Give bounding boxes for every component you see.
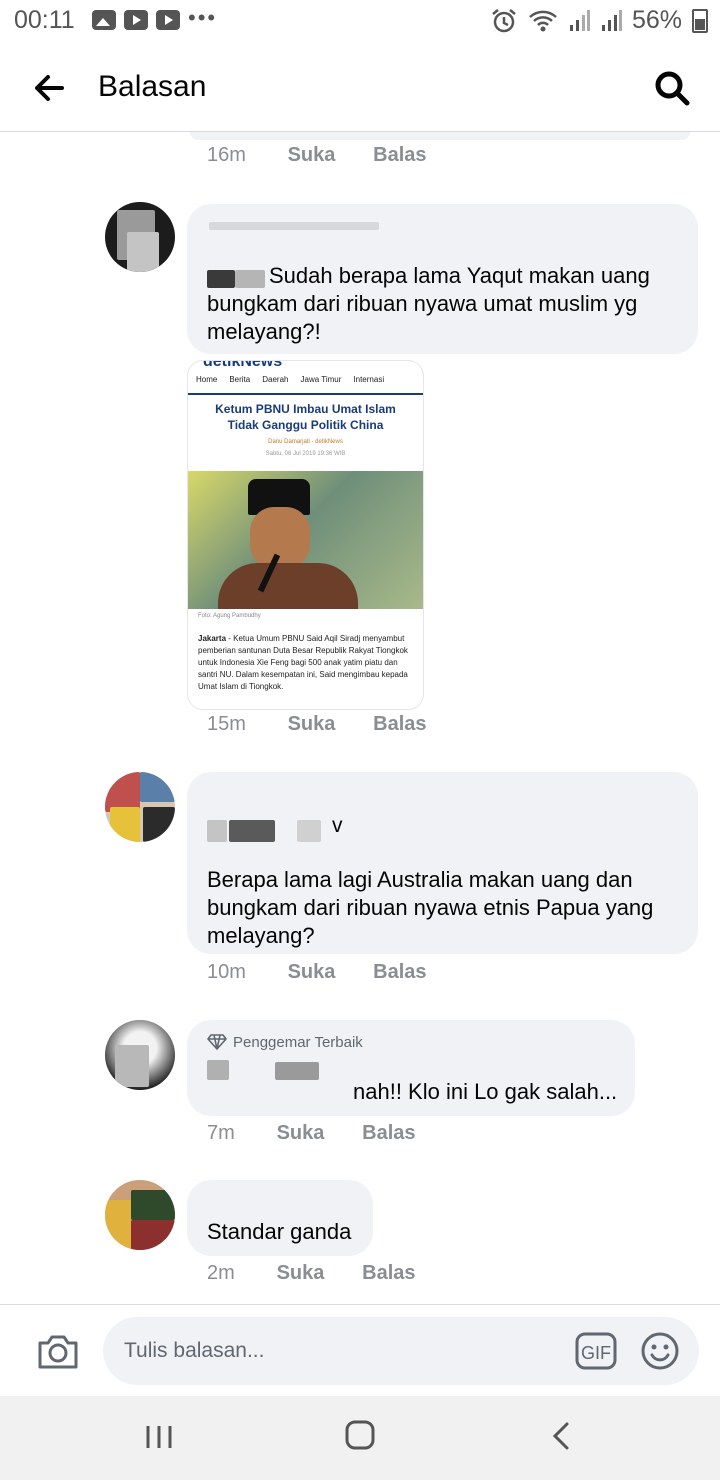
like-link[interactable]: Suka [277,1262,357,1285]
avatar[interactable] [105,1180,175,1250]
reply-link[interactable]: Balas [373,961,426,984]
redacted-name [209,222,379,230]
like-link[interactable]: Suka [288,961,368,984]
emoji-icon[interactable] [640,1331,680,1371]
app-header: Balasan [0,44,720,132]
like-link[interactable]: Suka [288,713,368,736]
gif-icon[interactable]: GIF [575,1332,617,1370]
signal-icon-2 [601,9,622,31]
replies-thread: 16m Suka Balas Sudah berapa lama Yaqut m… [0,132,720,1304]
article-nav: Home Berita Daerah Jawa Timur Internasi [196,375,385,384]
signal-icon [569,9,590,31]
comment-time: 15m [207,713,246,735]
previous-comment-actions: 16m Suka Balas [207,144,427,167]
diamond-badge-icon [207,1034,227,1050]
comment-actions: 10m Suka Balas [207,961,427,984]
comment-bubble: Penggemar Terbaik nah!! Klo ini Lo gak s… [187,1020,635,1116]
top-fan-badge: Penggemar Terbaik [233,1034,363,1051]
comment-text: Sudah berapa lama Yaqut makan uang bungk… [207,263,650,344]
camera-icon[interactable] [36,1331,80,1371]
system-nav-bar [0,1396,720,1480]
like-link[interactable]: Suka [288,144,368,167]
avatar[interactable] [105,1020,175,1090]
gallery-notification-icon [92,10,116,30]
system-status: 56% [490,6,708,35]
reply-link[interactable]: Balas [373,713,426,736]
comment-bubble: Standar ganda [187,1180,373,1256]
article-headline: Ketum PBNU Imbau Umat Islam Tidak Ganggu… [215,402,396,432]
svg-text:GIF: GIF [581,1343,611,1363]
shared-article-image[interactable]: detikNews Home Berita Daerah Jawa Timur … [187,360,424,710]
like-link[interactable]: Suka [277,1122,357,1145]
youtube-notification-icon [156,10,180,30]
photo-caption: Foto: Agung Pambudhy [198,613,261,619]
article-body: Jakarta - Ketua Umum PBNU Said Aqil Sira… [198,634,408,691]
avatar[interactable] [105,202,175,272]
comment-time: 16m [207,144,246,166]
comment-time: 7m [207,1122,235,1144]
reply-composer: GIF [0,1304,720,1397]
author-name-fragment: v [332,814,343,837]
comment-actions: 7m Suka Balas [207,1122,416,1145]
page-title: Balasan [98,70,207,103]
wifi-icon [529,10,557,31]
comment-time: 10m [207,961,246,983]
battery-icon [692,8,708,33]
comment-text: nah!! Klo ini Lo gak salah... [353,1079,618,1104]
youtube-notification-icon [124,10,148,30]
article-photo [188,471,423,609]
reply-link[interactable]: Balas [362,1262,415,1285]
reply-link[interactable]: Balas [373,144,426,167]
status-bar: 00:11 ••• 56% [0,0,720,44]
detik-logo: detikNews [203,360,283,370]
back-arrow-icon[interactable] [30,68,70,108]
reply-link[interactable]: Balas [362,1122,415,1145]
more-notifications-icon: ••• [188,5,218,30]
comment-actions: 15m Suka Balas [207,713,427,736]
previous-comment-bubble [190,132,690,140]
avatar[interactable] [105,772,175,842]
alarm-icon [492,8,516,32]
recent-apps-icon[interactable] [145,1424,173,1450]
system-back-icon[interactable] [551,1421,571,1451]
article-byline: Danu Damarjati - detikNews [268,439,343,445]
comment-text: Berapa lama lagi Australia makan uang da… [207,867,654,948]
home-icon[interactable] [345,1420,375,1450]
comment-actions: 2m Suka Balas [207,1262,416,1285]
comment-bubble: Sudah berapa lama Yaqut makan uang bungk… [187,204,698,354]
comment-bubble: v Berapa lama lagi Australia makan uang … [187,772,698,954]
comment-time: 2m [207,1262,235,1284]
status-time: 00:11 [14,6,75,34]
notification-icons: ••• [92,5,218,30]
search-icon[interactable] [652,68,692,108]
article-date: Sabtu, 06 Jul 2019 19:36 WIB [265,451,346,457]
comment-text: Standar ganda [207,1219,352,1244]
battery-percent: 56% [631,6,682,34]
